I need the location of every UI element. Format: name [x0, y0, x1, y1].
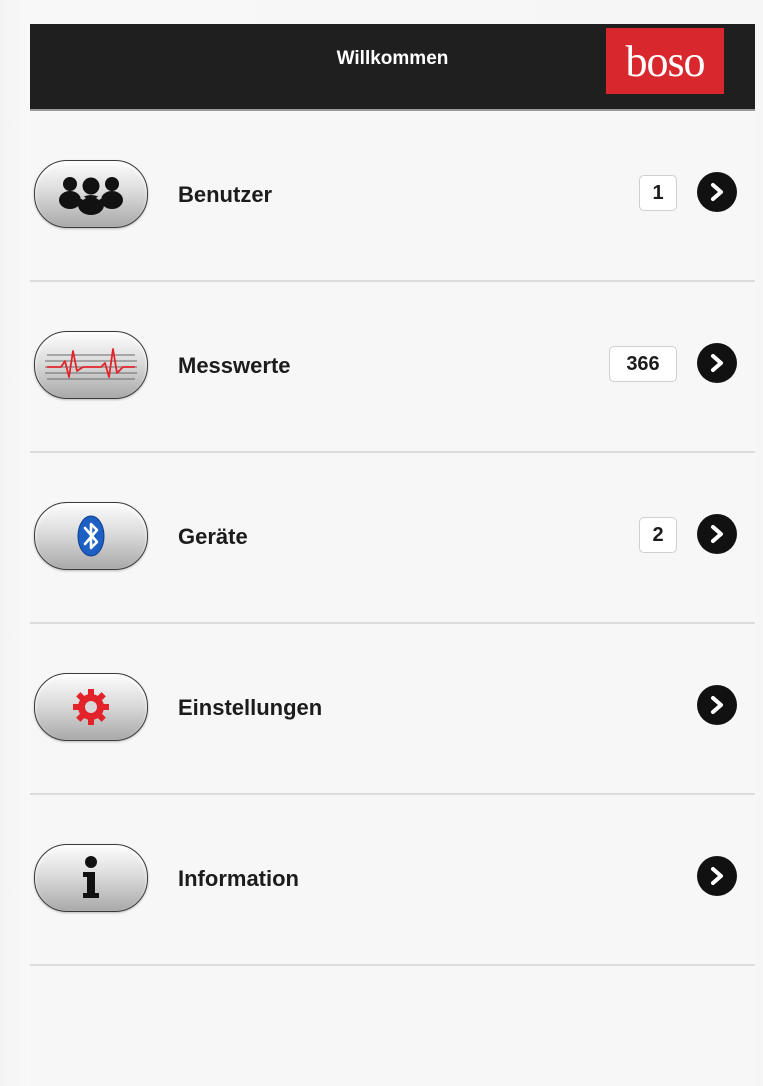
chevron-right-icon[interactable]: [697, 514, 737, 554]
menu-item-information[interactable]: Information: [30, 795, 755, 966]
main-menu: Benutzer 1 Messwerte 366 Geräte 2 Einste…: [30, 111, 755, 966]
chevron-right-icon[interactable]: [697, 685, 737, 725]
info-icon: [83, 856, 99, 898]
menu-item-devices[interactable]: Geräte 2: [30, 453, 755, 624]
chevron-right-icon[interactable]: [697, 343, 737, 383]
measurements-button[interactable]: [34, 331, 148, 399]
menu-item-label: Messwerte: [178, 353, 291, 378]
menu-item-label: Einstellungen: [178, 695, 323, 720]
menu-item-users[interactable]: Benutzer 1: [30, 111, 755, 282]
menu-item-label: Benutzer: [178, 182, 273, 207]
count-badge: 1: [639, 175, 677, 211]
brand-logo: boso: [606, 28, 724, 94]
menu-item-label: Geräte: [178, 524, 248, 549]
count-badge: 366: [609, 346, 677, 382]
users-icon: [59, 177, 123, 215]
information-button[interactable]: [34, 844, 148, 912]
chevron-right-icon[interactable]: [697, 172, 737, 212]
chevron-right-icon[interactable]: [697, 856, 737, 896]
settings-button[interactable]: [34, 673, 148, 741]
gear-icon: [73, 689, 109, 725]
menu-item-settings[interactable]: Einstellungen: [30, 624, 755, 795]
devices-button[interactable]: [34, 502, 148, 570]
header-bar: Willkommen boso: [30, 24, 755, 111]
menu-item-measurements[interactable]: Messwerte 366: [30, 282, 755, 453]
users-button[interactable]: [34, 160, 148, 228]
bluetooth-icon: [77, 515, 105, 557]
count-badge: 2: [639, 517, 677, 553]
menu-item-label: Information: [178, 866, 299, 891]
app-window: Willkommen boso Benutzer 1 Messwerte 366…: [30, 24, 755, 1086]
ecg-waveform-icon: [45, 348, 137, 380]
